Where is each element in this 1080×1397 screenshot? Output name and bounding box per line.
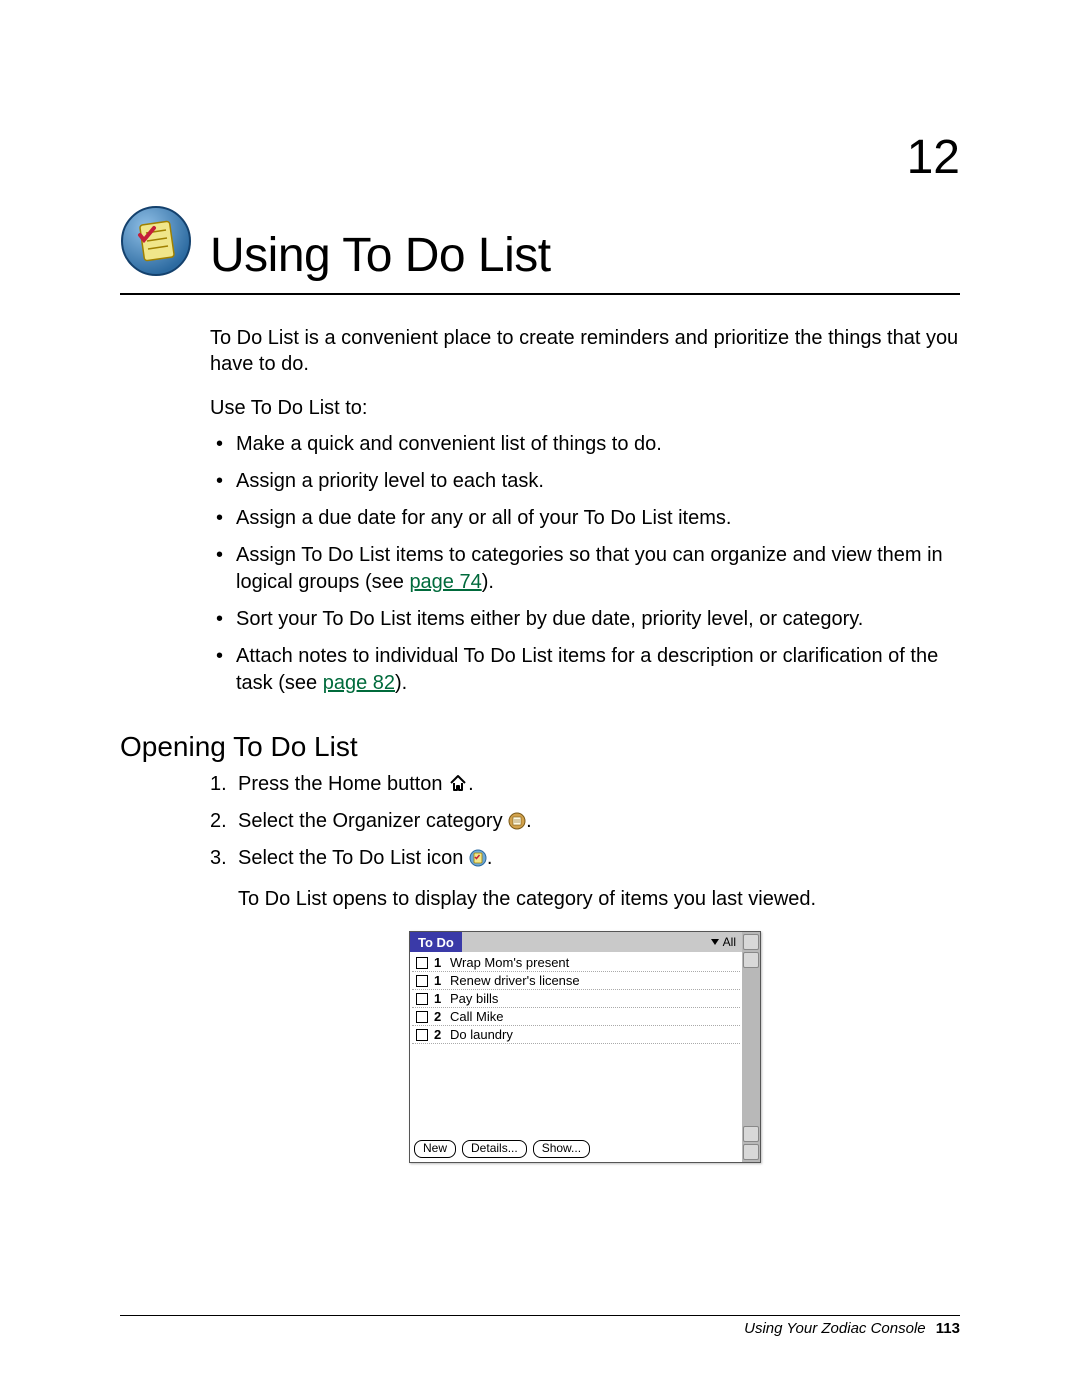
todo-priority: 2: [434, 1027, 444, 1042]
bullet-item: Assign a due date for any or all of your…: [210, 505, 960, 532]
bullet-text-post: ).: [395, 672, 407, 694]
todo-checkbox[interactable]: [416, 1011, 428, 1023]
todo-text: Do laundry: [450, 1027, 513, 1042]
sidebar-scroll-down-icon[interactable]: [743, 1126, 759, 1142]
screenshot-category-filter[interactable]: All: [705, 932, 742, 952]
organizer-icon: [508, 809, 526, 839]
screenshot-titlebar: To Do All: [410, 932, 742, 952]
bullet-item: Attach notes to individual To Do List it…: [210, 643, 960, 697]
todo-row[interactable]: 1 Wrap Mom's present: [412, 954, 740, 972]
todo-checkbox[interactable]: [416, 993, 428, 1005]
chapter-number: 12: [120, 130, 960, 185]
screenshot-title: To Do: [410, 932, 462, 952]
step-text-pre: Select the Organizer category: [238, 810, 508, 832]
bullet-item: Sort your To Do List items either by due…: [210, 606, 960, 633]
bullet-item: Make a quick and convenient list of thin…: [210, 431, 960, 458]
bullet-text: Make a quick and convenient list of thin…: [236, 433, 662, 455]
intro-paragraph-2: Use To Do List to:: [210, 395, 960, 421]
todo-checkbox[interactable]: [416, 1029, 428, 1041]
todo-row[interactable]: 1 Pay bills: [412, 990, 740, 1008]
todo-text: Wrap Mom's present: [450, 955, 569, 970]
step-item: Press the Home button .: [210, 769, 960, 802]
footer-book-title: Using Your Zodiac Console: [744, 1320, 926, 1337]
screenshot-todo-list: 1 Wrap Mom's present 1 Renew driver's li…: [410, 952, 742, 1136]
sidebar-menu-icon[interactable]: [743, 1144, 759, 1160]
todo-checkbox[interactable]: [416, 975, 428, 987]
intro-bullet-list: Make a quick and convenient list of thin…: [210, 431, 960, 697]
todo-row[interactable]: 1 Renew driver's license: [412, 972, 740, 990]
step-text-post: .: [468, 773, 474, 795]
show-button[interactable]: Show...: [533, 1140, 590, 1158]
bullet-text-pre: Assign To Do List items to categories so…: [236, 544, 943, 593]
screenshot-button-bar: New Details... Show...: [410, 1136, 742, 1162]
screenshot-filter-label: All: [723, 935, 736, 949]
section-heading-opening: Opening To Do List: [120, 731, 960, 763]
step-text-pre: Select the To Do List icon: [238, 847, 469, 869]
step-text-pre: Press the Home button: [238, 773, 448, 795]
todo-row[interactable]: 2 Do laundry: [412, 1026, 740, 1044]
title-rule: [120, 293, 960, 295]
bullet-text: Sort your To Do List items either by due…: [236, 608, 863, 630]
dropdown-arrow-icon: [711, 939, 719, 945]
screenshot-scrollbar: [742, 932, 760, 1162]
step-text-post: .: [487, 847, 493, 869]
todo-checkbox[interactable]: [416, 957, 428, 969]
todo-text: Call Mike: [450, 1009, 503, 1024]
todo-priority: 1: [434, 991, 444, 1006]
page-footer: Using Your Zodiac Console 113: [120, 1315, 960, 1337]
step-item: Select the To Do List icon .: [210, 843, 960, 876]
todo-icon: [469, 846, 487, 876]
step-text-post: .: [526, 810, 532, 832]
home-icon: [448, 772, 468, 802]
page: 12 Using To Do List To Do List is: [0, 0, 1080, 1397]
new-button[interactable]: New: [414, 1140, 456, 1158]
bullet-text: Assign a priority level to each task.: [236, 470, 544, 492]
todo-priority: 2: [434, 1009, 444, 1024]
todo-row[interactable]: 2 Call Mike: [412, 1008, 740, 1026]
step-item: Select the Organizer category .: [210, 806, 960, 839]
todo-text: Pay bills: [450, 991, 498, 1006]
bullet-text: Assign a due date for any or all of your…: [236, 507, 731, 529]
bullet-item: Assign a priority level to each task.: [210, 468, 960, 495]
todo-text: Renew driver's license: [450, 973, 580, 988]
body: To Do List is a convenient place to crea…: [210, 325, 960, 697]
step-result: To Do List opens to display the category…: [238, 886, 960, 913]
chapter-icon: [120, 205, 192, 277]
sidebar-home-icon[interactable]: [743, 934, 759, 950]
todo-priority: 1: [434, 955, 444, 970]
intro-paragraph-1: To Do List is a convenient place to crea…: [210, 325, 960, 377]
footer-page-number: 113: [936, 1320, 960, 1337]
todo-priority: 1: [434, 973, 444, 988]
section-body: Press the Home button . Select the Organ…: [210, 769, 960, 1163]
chapter-title-row: Using To Do List: [120, 205, 960, 281]
bullet-text-post: ).: [482, 571, 494, 593]
page-link-74[interactable]: page 74: [409, 571, 481, 593]
todo-screenshot: To Do All 1 Wrap Mom's present: [409, 931, 761, 1163]
details-button[interactable]: Details...: [462, 1140, 527, 1158]
bullet-item: Assign To Do List items to categories so…: [210, 542, 960, 596]
step-list: Press the Home button . Select the Organ…: [210, 769, 960, 876]
sidebar-scroll-up-icon[interactable]: [743, 952, 759, 968]
chapter-title: Using To Do List: [210, 231, 551, 281]
page-link-82[interactable]: page 82: [323, 672, 395, 694]
